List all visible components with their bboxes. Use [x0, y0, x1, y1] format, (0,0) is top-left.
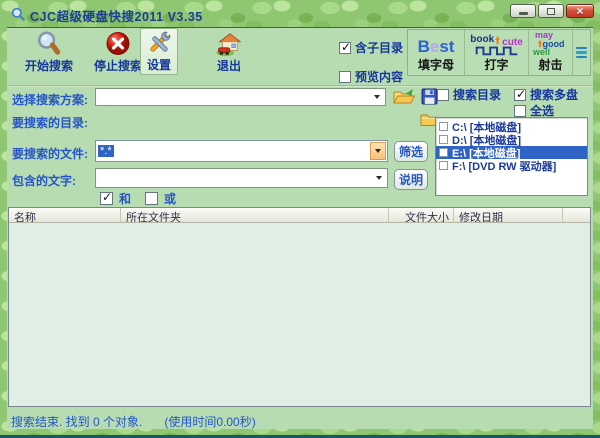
- files-dropdown-button[interactable]: [370, 142, 386, 160]
- banner-typing[interactable]: book cute 打字: [465, 30, 529, 75]
- chevron-down-icon: [375, 149, 381, 153]
- drive-checkbox[interactable]: [439, 122, 448, 131]
- title-bar[interactable]: CJC超级硬盘快搜2011 V3.35 ×: [0, 0, 600, 27]
- include-subdirs-label: 含子目录: [355, 39, 403, 56]
- app-magnifier-icon[interactable]: [11, 7, 26, 22]
- search-icon: [35, 30, 63, 57]
- scheme-combobox[interactable]: [95, 88, 386, 106]
- column-header-spacer: [563, 208, 590, 222]
- column-header-name[interactable]: 名称: [9, 208, 121, 222]
- status-result-text: 搜索结束. 找到 0 个对象.: [11, 415, 142, 429]
- files-combobox[interactable]: *.*: [95, 140, 388, 162]
- drive-checkbox[interactable]: [439, 161, 448, 170]
- banner-shooting-label: 射击: [538, 56, 562, 73]
- results-table-body: [9, 223, 590, 407]
- status-bar: 搜索结束. 找到 0 个对象. (使用时间0.00秒): [11, 413, 256, 430]
- multi-disk-label: 搜索多盘: [530, 86, 578, 103]
- stop-search-label: 停止搜索: [94, 57, 142, 74]
- help-button[interactable]: 说明: [394, 169, 428, 190]
- exit-button[interactable]: 退出: [203, 30, 255, 74]
- banner-best-wordart: Best: [418, 38, 455, 55]
- menu-lines-icon: [576, 47, 587, 59]
- banner-fill-letters-label: 填字母: [418, 56, 454, 73]
- drive-listbox[interactable]: C:\ [本地磁盘] D:\ [本地磁盘] E:\ [本地磁盘] F:\ [DV…: [435, 117, 588, 196]
- maximize-icon: [547, 8, 555, 15]
- maximize-button[interactable]: [538, 4, 564, 18]
- include-subdirs-checkbox-box[interactable]: [339, 42, 351, 54]
- results-table: 名称 所在文件夹 文件大小 修改日期: [8, 207, 591, 407]
- filter-button[interactable]: 筛选: [394, 141, 428, 162]
- chevron-down-icon[interactable]: [374, 95, 380, 99]
- start-search-label: 开始搜索: [25, 57, 73, 74]
- start-search-button[interactable]: 开始搜索: [16, 30, 82, 74]
- settings-label: 设置: [147, 56, 171, 73]
- column-header-date[interactable]: 修改日期: [454, 208, 563, 222]
- app-window: CJC超级硬盘快搜2011 V3.35 × 开始搜索 停止搜索 设置: [0, 0, 600, 438]
- drive-checkbox[interactable]: [439, 148, 448, 157]
- exit-label: 退出: [217, 57, 241, 74]
- column-header-folder[interactable]: 所在文件夹: [121, 208, 389, 222]
- results-table-header: 名称 所在文件夹 文件大小 修改日期: [9, 208, 590, 223]
- status-time-text: (使用时间0.00秒): [164, 415, 255, 429]
- preview-content-checkbox[interactable]: 预览内容: [339, 68, 403, 85]
- banner-shooting[interactable]: may good well 射击: [529, 30, 573, 75]
- and-checkbox[interactable]: [100, 192, 113, 205]
- banner-word-may: may: [535, 31, 553, 39]
- banner-word-book: book: [470, 35, 494, 45]
- and-label: 和: [119, 190, 131, 207]
- select-all-checkbox-box[interactable]: [514, 105, 526, 117]
- banner-fill-letters[interactable]: Best 填字母: [408, 30, 465, 75]
- include-subdirs-checkbox[interactable]: 含子目录: [339, 39, 403, 56]
- column-header-size[interactable]: 文件大小: [389, 208, 454, 222]
- up-arrow-icon: [494, 35, 501, 45]
- drive-checkbox[interactable]: [439, 135, 448, 144]
- search-directory-checkbox[interactable]: 搜索目录: [437, 86, 501, 103]
- banner-typing-label: 打字: [484, 56, 508, 73]
- window-title: CJC超级硬盘快搜2011 V3.35: [30, 6, 203, 25]
- or-checkbox[interactable]: [145, 192, 158, 205]
- minimize-icon: [519, 12, 528, 15]
- multi-disk-checkbox-box[interactable]: [514, 89, 526, 101]
- contains-combobox[interactable]: [95, 168, 388, 188]
- open-scheme-folder-button[interactable]: [392, 88, 416, 105]
- contains-label: 包含的文字:: [12, 172, 76, 189]
- or-label: 或: [164, 190, 176, 207]
- scheme-label: 选择搜索方案:: [12, 91, 88, 108]
- banner-menu-button[interactable]: [573, 30, 589, 75]
- files-label: 要搜索的文件:: [12, 145, 88, 162]
- chevron-down-icon[interactable]: [376, 176, 382, 180]
- settings-tools-icon: [145, 30, 173, 56]
- search-directory-label: 搜索目录: [453, 86, 501, 103]
- directory-label: 要搜索的目录:: [12, 114, 88, 131]
- toolbar-separator: [7, 85, 593, 86]
- settings-button[interactable]: 设置: [140, 28, 178, 75]
- minimize-button[interactable]: [510, 4, 536, 18]
- search-directory-checkbox-box[interactable]: [437, 89, 449, 101]
- save-scheme-button[interactable]: [421, 88, 438, 105]
- drive-item-f[interactable]: F:\ [DVD RW 驱动器]: [436, 159, 587, 172]
- ad-banner-strip: Best 填字母 book cute 打字 may good well 射击: [407, 29, 591, 76]
- stop-icon: [104, 30, 132, 57]
- preview-content-checkbox-box[interactable]: [339, 71, 351, 83]
- operator-checkboxes: 和 或: [100, 190, 176, 207]
- exit-home-icon: [215, 30, 243, 57]
- files-value-selected: *.*: [98, 145, 114, 157]
- close-icon: ×: [576, 6, 583, 16]
- preview-content-label: 预览内容: [355, 68, 403, 85]
- banner-word-cute: cute: [502, 38, 523, 48]
- multi-disk-checkbox[interactable]: 搜索多盘: [514, 86, 578, 103]
- banner-word-well: well: [533, 48, 550, 56]
- close-button[interactable]: ×: [566, 4, 594, 18]
